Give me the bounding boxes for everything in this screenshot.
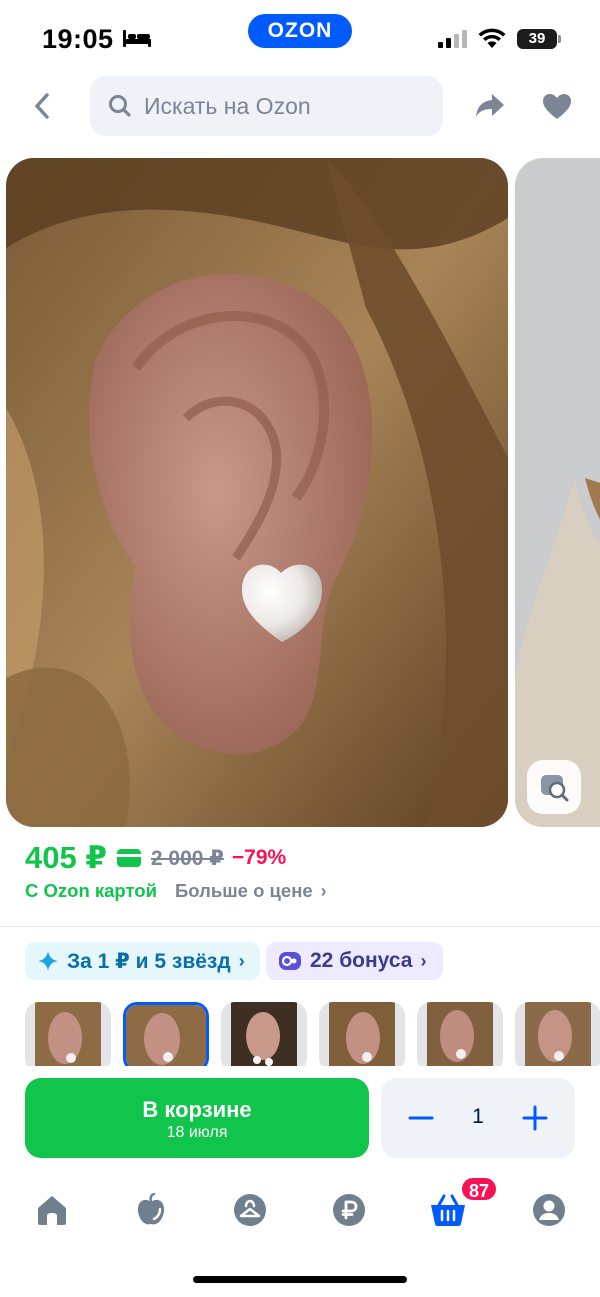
thumbnail-strip	[25, 1000, 600, 1066]
heart-icon	[543, 93, 571, 119]
thumbnail[interactable]	[417, 1002, 503, 1066]
stars-promo-label: За 1 ₽ и 5 звёзд	[67, 949, 231, 973]
battery-indicator: 39	[517, 29, 557, 49]
search-icon	[109, 95, 131, 117]
price-row: 405 ₽ 2 000 ₽ −79%	[25, 840, 286, 876]
chevron-right-icon: ›	[320, 880, 327, 901]
product-photo-earring	[6, 158, 508, 827]
nav-profile[interactable]	[527, 1188, 571, 1232]
fresh-icon	[137, 1193, 165, 1225]
nav-favorites[interactable]	[228, 1188, 272, 1232]
thumbnail[interactable]	[515, 1002, 600, 1066]
decrease-quantity-button[interactable]	[407, 1104, 435, 1132]
thumbnail-image	[221, 1002, 307, 1066]
thumbnail-image	[25, 1002, 111, 1066]
thumbnail-active[interactable]	[123, 1002, 209, 1066]
thumbnail-image	[515, 1002, 600, 1066]
product-photo-next[interactable]	[515, 158, 600, 827]
card-price-row: С Ozon картой Больше о цене ›	[25, 880, 327, 902]
chevron-right-icon: ›	[420, 950, 427, 971]
bottom-navigation	[0, 1180, 600, 1240]
profile-icon	[533, 1194, 565, 1226]
ozon-logo: OZON	[248, 14, 352, 48]
wifi-icon	[478, 28, 506, 48]
battery-tip	[558, 35, 561, 43]
thumbnail-image	[319, 1002, 405, 1066]
search-input[interactable]	[144, 92, 404, 120]
thumbnail[interactable]	[25, 1002, 111, 1066]
thumbnail-image	[417, 1002, 503, 1066]
share-icon	[476, 94, 504, 117]
quantity-stepper: 1	[381, 1078, 575, 1158]
search-bar[interactable]	[90, 76, 443, 136]
bonus-icon	[279, 952, 301, 970]
status-bar: 19:05 OZON 39	[0, 0, 600, 72]
quantity-value: 1	[472, 1105, 484, 1128]
sparkle-icon	[38, 951, 58, 971]
nav-finance[interactable]	[327, 1188, 371, 1232]
sleep-focus-icon	[123, 30, 151, 47]
in-cart-button[interactable]: В корзине 18 июля	[25, 1078, 369, 1158]
back-chevron-icon	[35, 93, 49, 119]
visual-search-button[interactable]	[527, 760, 581, 814]
discount-percent: −79%	[231, 846, 287, 869]
favorites-icon	[234, 1194, 266, 1226]
nav-home[interactable]	[30, 1188, 74, 1232]
thumbnail-image	[126, 1005, 206, 1066]
ozon-card-icon	[116, 849, 141, 867]
image-search-icon	[541, 775, 569, 802]
cart-icon	[431, 1194, 465, 1226]
more-about-price-link[interactable]: Больше о цене	[175, 880, 313, 902]
bonus-promo-chip[interactable]: 22 бонуса ›	[266, 942, 443, 980]
cart-count-badge: 87	[460, 1176, 498, 1202]
status-time: 19:05	[42, 24, 114, 54]
back-button[interactable]	[22, 84, 62, 128]
share-button[interactable]	[470, 88, 510, 124]
nav-fresh[interactable]	[129, 1188, 173, 1232]
home-icon	[38, 1196, 66, 1225]
bonus-promo-label: 22 бонуса	[310, 949, 413, 972]
divider	[0, 926, 600, 927]
thumbnail[interactable]	[319, 1002, 405, 1066]
increase-quantity-button[interactable]	[521, 1104, 549, 1132]
cellular-signal-icon	[438, 30, 467, 48]
old-price: 2 000 ₽	[150, 846, 224, 870]
thumbnail[interactable]	[221, 1002, 307, 1066]
finance-icon	[333, 1194, 365, 1226]
home-indicator	[193, 1276, 407, 1283]
delivery-date: 18 июля	[166, 1124, 228, 1141]
favorite-button[interactable]	[537, 88, 577, 124]
stars-promo-chip[interactable]: За 1 ₽ и 5 звёзд ›	[25, 942, 260, 980]
ozon-card-label: С Ozon картой	[25, 880, 157, 901]
current-price: 405 ₽	[25, 840, 107, 875]
product-photo-main[interactable]	[6, 158, 508, 827]
chevron-right-icon: ›	[238, 950, 245, 971]
product-photo-model	[515, 158, 600, 827]
in-cart-label: В корзине	[142, 1097, 252, 1122]
